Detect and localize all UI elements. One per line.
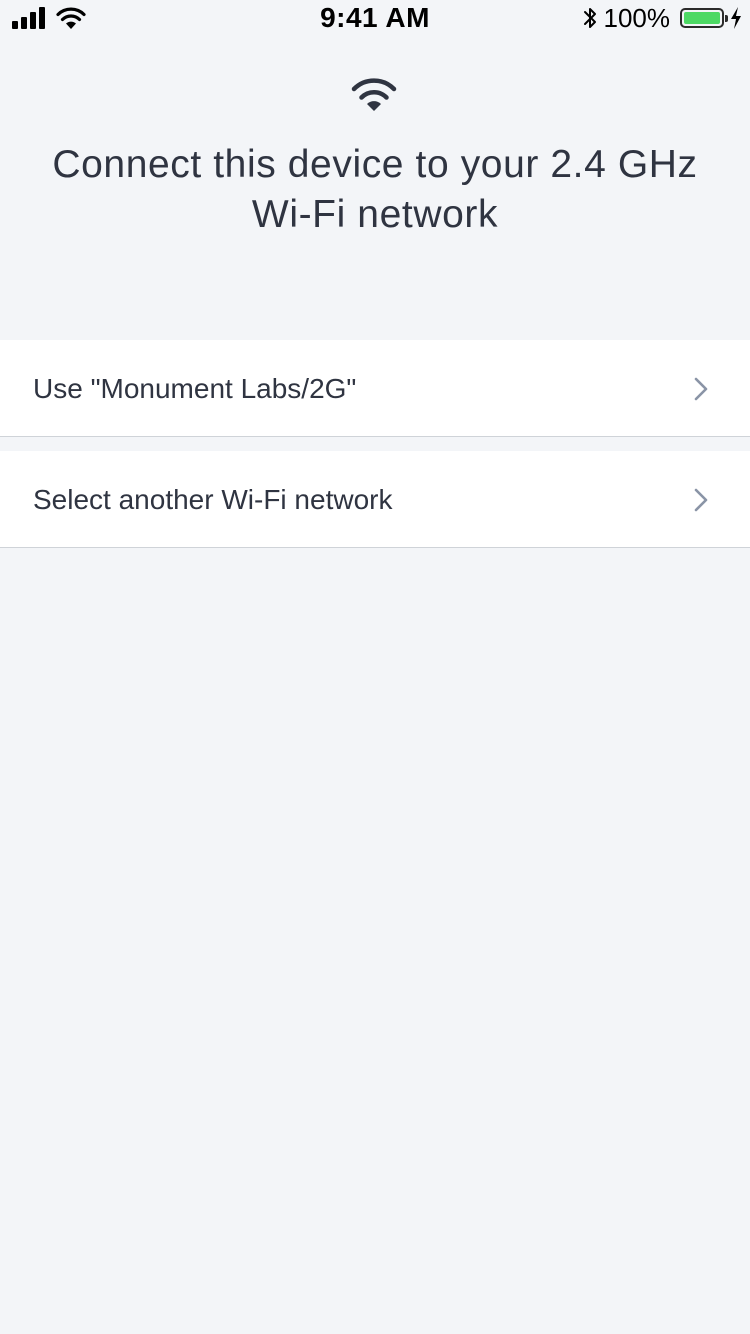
- bluetooth-icon: [583, 8, 596, 28]
- wifi-icon: [351, 78, 397, 111]
- battery-nub: [725, 15, 728, 22]
- chevron-right-icon: [694, 377, 708, 401]
- select-another-network-option[interactable]: Select another Wi-Fi network: [0, 451, 750, 548]
- option-label: Select another Wi-Fi network: [33, 484, 393, 515]
- chevron-right-icon: [694, 488, 708, 512]
- battery-level-fill: [684, 12, 720, 24]
- charging-bolt-icon: [731, 7, 741, 29]
- option-label: Use "Monument Labs/2G": [33, 373, 357, 404]
- status-bar: 9:41 AM 100%: [0, 0, 750, 40]
- status-right: 100%: [582, 2, 743, 33]
- use-current-network-option[interactable]: Use "Monument Labs/2G": [0, 340, 750, 437]
- battery-percentage: 100%: [603, 2, 671, 33]
- page-title: Connect this device to your 2.4 GHz Wi-F…: [52, 143, 698, 236]
- battery-icon: [680, 8, 728, 28]
